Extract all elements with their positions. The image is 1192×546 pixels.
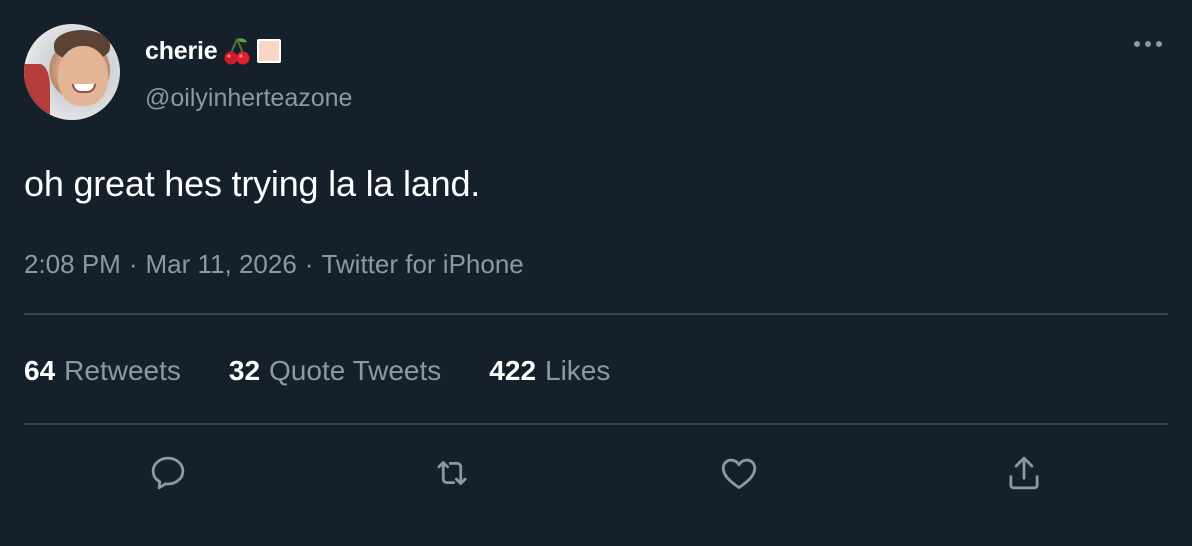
retweets-count: 64: [24, 355, 56, 386]
likes-count: 422: [489, 355, 537, 386]
share-button[interactable]: [1001, 450, 1047, 496]
tweet-date[interactable]: Mar 11, 2026: [146, 249, 297, 280]
dot: [1156, 41, 1162, 47]
meta-separator: ·: [128, 249, 138, 279]
engagement-stats: 64 Retweets 32 Quote Tweets 422 Likes: [24, 355, 658, 387]
retweet-icon: [437, 461, 467, 485]
tweet-detail: cherie @oilyinherteazone oh great hes tr…: [0, 0, 1192, 546]
quote-tweets-stat[interactable]: 32 Quote Tweets: [229, 355, 441, 387]
like-button[interactable]: [716, 450, 762, 496]
tweet-time[interactable]: 2:08 PM: [24, 249, 121, 280]
divider: [24, 423, 1168, 425]
quote-tweets-label: Quote Tweets: [269, 355, 442, 386]
tweet-actions: [0, 450, 1192, 500]
retweets-label: Retweets: [64, 355, 181, 386]
tweet-metadata: 2:08 PM · Mar 11, 2026 · Twitter for iPh…: [24, 249, 524, 280]
dot: [1145, 41, 1151, 47]
retweets-stat[interactable]: 64 Retweets: [24, 355, 181, 387]
avatar-face: [58, 46, 108, 106]
more-options-icon[interactable]: [1128, 32, 1168, 56]
reply-button[interactable]: [145, 450, 191, 496]
dot: [1134, 41, 1140, 47]
divider: [24, 313, 1168, 315]
quote-tweets-count: 32: [228, 355, 261, 386]
reply-icon: [151, 456, 185, 490]
cherry-icon: [223, 36, 251, 66]
like-icon: [721, 458, 757, 489]
user-handle[interactable]: @oilyinherteazone: [145, 84, 352, 113]
likes-stat[interactable]: 422 Likes: [489, 355, 610, 387]
meta-separator: ·: [304, 249, 314, 279]
author-name-row[interactable]: cherie: [145, 36, 282, 66]
skin-tone-square-icon: [257, 39, 282, 63]
avatar-background: [24, 64, 50, 120]
display-name[interactable]: cherie: [145, 37, 218, 66]
tweet-source[interactable]: Twitter for iPhone: [321, 249, 523, 280]
avatar[interactable]: [24, 24, 120, 120]
retweet-button[interactable]: [429, 450, 475, 496]
likes-label: Likes: [545, 355, 611, 386]
tweet-text: oh great hes trying la la land.: [24, 163, 481, 204]
share-icon: [1009, 456, 1039, 490]
